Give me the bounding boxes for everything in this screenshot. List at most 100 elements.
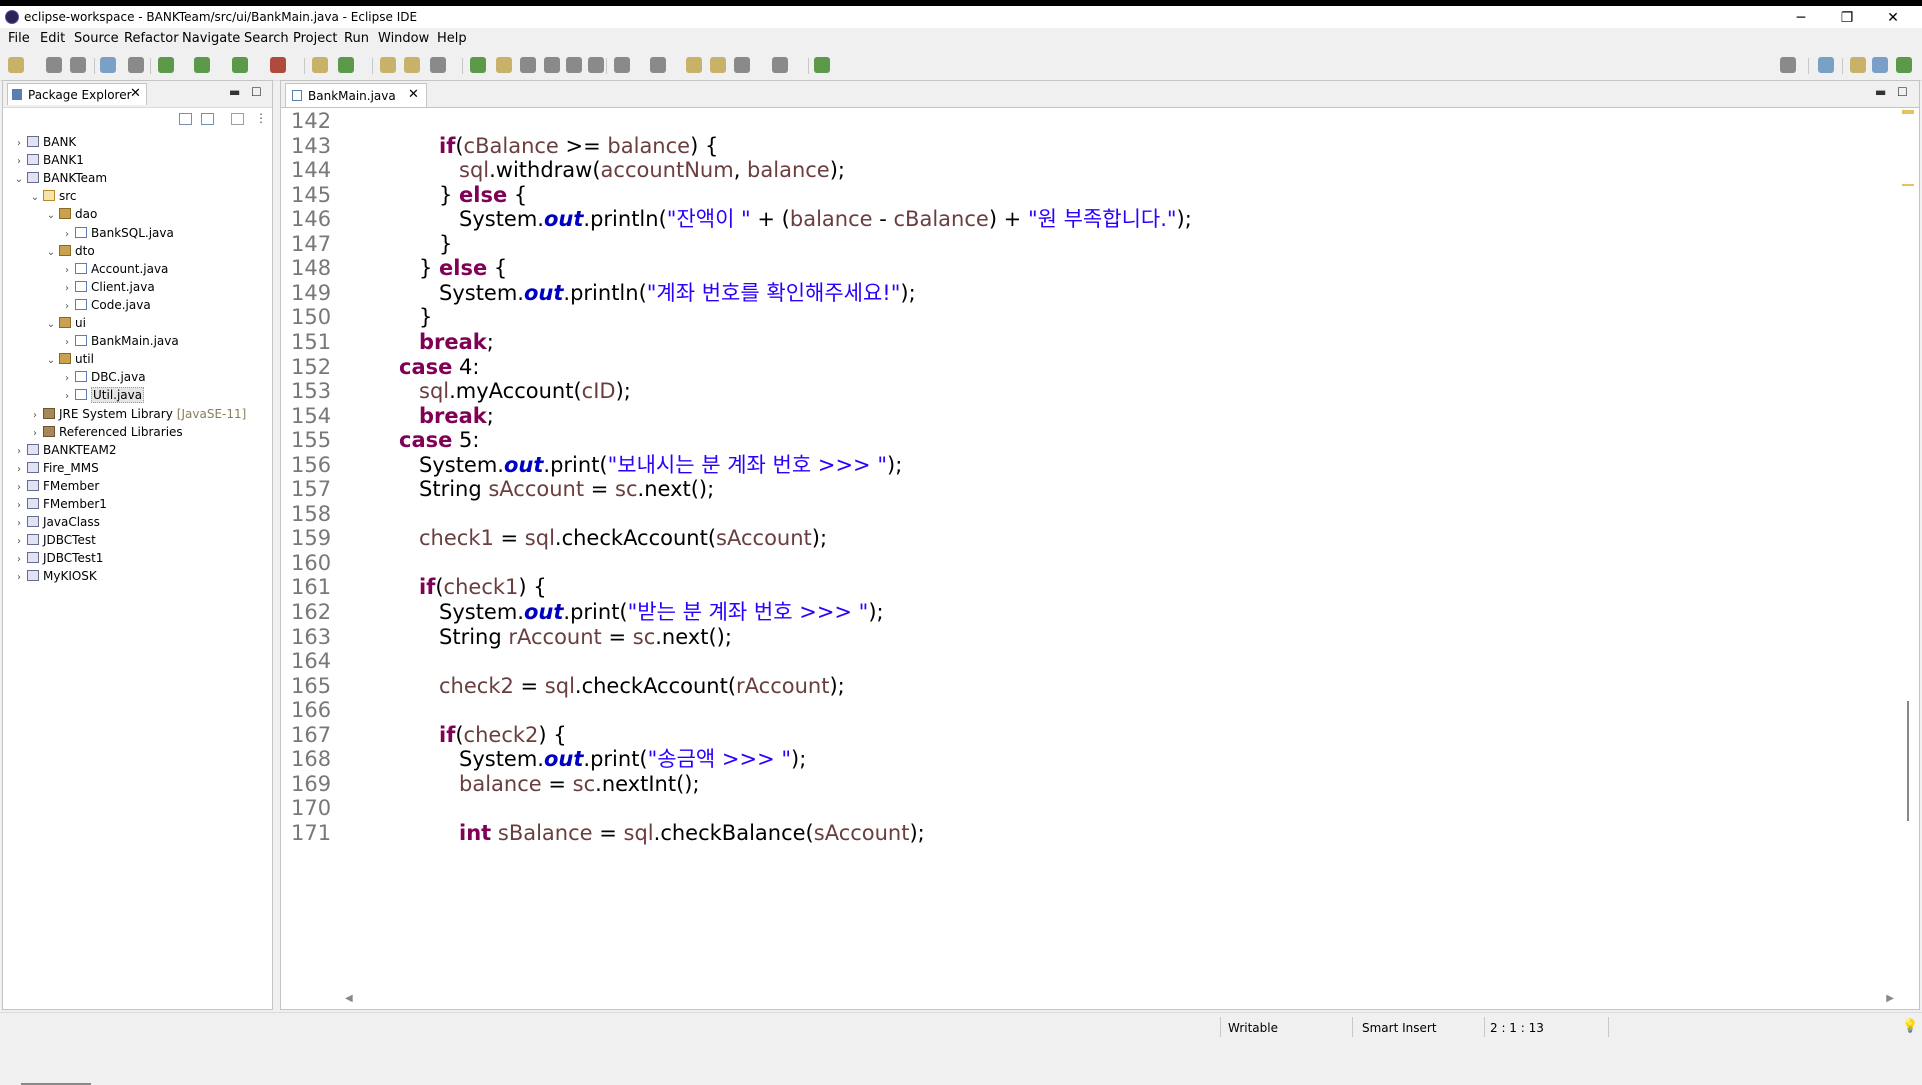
overview-marker[interactable] bbox=[1902, 110, 1914, 114]
prev-edit-icon[interactable] bbox=[650, 57, 666, 73]
expand-arrow-icon[interactable]: › bbox=[29, 428, 41, 439]
external-tools-icon[interactable] bbox=[270, 57, 286, 73]
tree-item[interactable]: › Fire_MMS bbox=[13, 461, 99, 479]
coverage-icon[interactable] bbox=[232, 57, 248, 73]
tree-item[interactable]: › DBC.java bbox=[61, 370, 146, 388]
minimize-view-button[interactable]: ▬ bbox=[229, 85, 240, 99]
expand-arrow-icon[interactable]: › bbox=[13, 138, 25, 149]
tree-item[interactable]: › JDBCTest bbox=[13, 533, 96, 551]
menu-source[interactable]: Source bbox=[74, 31, 119, 46]
expand-arrow-icon[interactable]: › bbox=[61, 373, 73, 384]
java-perspective-icon[interactable] bbox=[1872, 57, 1888, 73]
link-with-editor-icon[interactable] bbox=[201, 113, 214, 125]
tree-item[interactable]: › FMember bbox=[13, 479, 99, 497]
expand-arrow-icon[interactable]: › bbox=[13, 536, 25, 547]
back-icon[interactable] bbox=[710, 57, 726, 73]
expand-arrow-icon[interactable]: › bbox=[61, 391, 73, 402]
expand-arrow-icon[interactable]: › bbox=[29, 410, 41, 421]
expand-arrow-icon[interactable]: › bbox=[13, 518, 25, 529]
expand-arrow-icon[interactable]: › bbox=[61, 283, 73, 294]
forward-dropdown-icon[interactable] bbox=[772, 57, 788, 73]
menu-help[interactable]: Help bbox=[437, 31, 467, 46]
tree-item[interactable]: › BANK bbox=[13, 135, 76, 153]
tree-item[interactable]: › Referenced Libraries bbox=[29, 425, 183, 443]
collapse-arrow-icon[interactable]: ⌄ bbox=[45, 247, 57, 258]
word-wrap-icon[interactable] bbox=[544, 57, 560, 73]
expand-arrow-icon[interactable]: › bbox=[61, 337, 73, 348]
terminal-icon[interactable] bbox=[100, 57, 116, 73]
tree-item[interactable]: › BankMain.java bbox=[61, 334, 179, 352]
code-line[interactable]: System.out.println("계좌 번호를 확인해주세요!"); bbox=[439, 278, 916, 308]
minimize-editor-button[interactable]: ▬ bbox=[1875, 85, 1886, 99]
code-line[interactable]: String sAccount = sc.next(); bbox=[419, 474, 714, 504]
show-whitespace-icon[interactable] bbox=[566, 57, 582, 73]
menu-file[interactable]: File bbox=[8, 31, 30, 46]
tab-package-explorer[interactable]: Package Explorer ✕ bbox=[7, 83, 147, 105]
restore-button[interactable]: ❐ bbox=[1824, 8, 1870, 28]
collapse-arrow-icon[interactable]: ⌄ bbox=[29, 192, 41, 203]
skip-breakpoints-icon[interactable] bbox=[128, 57, 144, 73]
tree-item[interactable]: › MyKIOSK bbox=[13, 569, 97, 587]
pin-editor-icon[interactable] bbox=[814, 57, 830, 73]
code-line[interactable]: String rAccount = sc.next(); bbox=[439, 622, 732, 652]
collapse-all-icon[interactable] bbox=[179, 113, 192, 125]
collapse-arrow-icon[interactable]: ⌄ bbox=[13, 174, 25, 185]
debug-perspective-icon[interactable] bbox=[1896, 57, 1912, 73]
expand-arrow-icon[interactable]: › bbox=[13, 464, 25, 475]
overview-marker[interactable] bbox=[1902, 184, 1914, 186]
maximize-editor-button[interactable]: ☐ bbox=[1897, 85, 1908, 99]
open-task-icon[interactable] bbox=[404, 57, 420, 73]
tree-item[interactable]: › JDBCTest1 bbox=[13, 551, 103, 569]
menu-refactor[interactable]: Refactor bbox=[124, 31, 179, 46]
expand-arrow-icon[interactable]: › bbox=[13, 554, 25, 565]
code-line[interactable]: check1 = sql.checkAccount(sAccount); bbox=[419, 523, 827, 553]
save-icon[interactable] bbox=[46, 57, 62, 73]
menu-project[interactable]: Project bbox=[293, 31, 337, 46]
tree-item[interactable]: ⌄ ui bbox=[45, 316, 86, 334]
tree-item[interactable]: › Util.java bbox=[61, 387, 145, 406]
tree-item[interactable]: › Client.java bbox=[61, 280, 155, 298]
tree-item[interactable]: › Account.java bbox=[61, 262, 168, 280]
collapse-arrow-icon[interactable]: ⌄ bbox=[45, 355, 57, 366]
tree-item[interactable]: ⌄ src bbox=[29, 189, 77, 207]
show-whitespace-chars-icon[interactable] bbox=[588, 57, 604, 73]
tree-item[interactable]: ⌄ dao bbox=[45, 207, 98, 225]
open-type-icon[interactable] bbox=[380, 57, 396, 73]
mark-occurrences-icon[interactable] bbox=[496, 57, 512, 73]
close-window-button[interactable]: ✕ bbox=[1870, 8, 1916, 28]
last-edit-location-icon[interactable] bbox=[686, 57, 702, 73]
close-tab-icon[interactable]: ✕ bbox=[130, 86, 141, 101]
next-annotation-icon[interactable] bbox=[470, 57, 486, 73]
view-menu-icon[interactable]: ⋮ bbox=[255, 111, 267, 125]
expand-arrow-icon[interactable]: › bbox=[13, 572, 25, 583]
editor-horizontal-scrollbar[interactable]: ◀ ▶ bbox=[343, 991, 1898, 1007]
scroll-left-icon[interactable]: ◀ bbox=[345, 993, 353, 1004]
toggle-block-selection-icon[interactable] bbox=[520, 57, 536, 73]
tree-item[interactable]: › BANK1 bbox=[13, 153, 84, 171]
vertical-scrollbar[interactable] bbox=[1900, 108, 1916, 988]
new-java-package-icon[interactable] bbox=[312, 57, 328, 73]
menu-run[interactable]: Run bbox=[344, 31, 369, 46]
expand-arrow-icon[interactable]: › bbox=[13, 156, 25, 167]
code-area[interactable]: if(cBalance >= balance) {sql.withdraw(ac… bbox=[343, 108, 1898, 988]
minimize-button[interactable]: ─ bbox=[1778, 8, 1824, 28]
tree-item[interactable]: › FMember1 bbox=[13, 497, 107, 515]
menu-search[interactable]: Search bbox=[244, 31, 289, 46]
open-perspective-icon[interactable] bbox=[1818, 57, 1834, 73]
menu-navigate[interactable]: Navigate bbox=[182, 31, 240, 46]
tree-item[interactable]: ⌄ util bbox=[45, 352, 94, 370]
java-ee-perspective-icon[interactable] bbox=[1850, 57, 1866, 73]
tree-item[interactable]: › BankSQL.java bbox=[61, 226, 174, 244]
scroll-right-icon[interactable]: ▶ bbox=[1886, 993, 1894, 1004]
code-line[interactable]: System.out.println("잔액이 " + (balance - c… bbox=[459, 204, 1192, 234]
tree-item[interactable]: › BANKTEAM2 bbox=[13, 443, 116, 461]
search-tool-icon[interactable] bbox=[430, 57, 446, 73]
expand-arrow-icon[interactable]: › bbox=[13, 446, 25, 457]
tree-item[interactable]: › JavaClass bbox=[13, 515, 100, 533]
tab-bankmain-java[interactable]: BankMain.java ✕ bbox=[285, 83, 427, 107]
new-icon[interactable] bbox=[8, 57, 24, 73]
close-editor-tab-icon[interactable]: ✕ bbox=[408, 87, 419, 102]
tree-item[interactable]: ⌄ dto bbox=[45, 244, 95, 262]
scroll-thumb[interactable] bbox=[1907, 701, 1909, 821]
code-line[interactable]: check2 = sql.checkAccount(rAccount); bbox=[439, 671, 845, 701]
